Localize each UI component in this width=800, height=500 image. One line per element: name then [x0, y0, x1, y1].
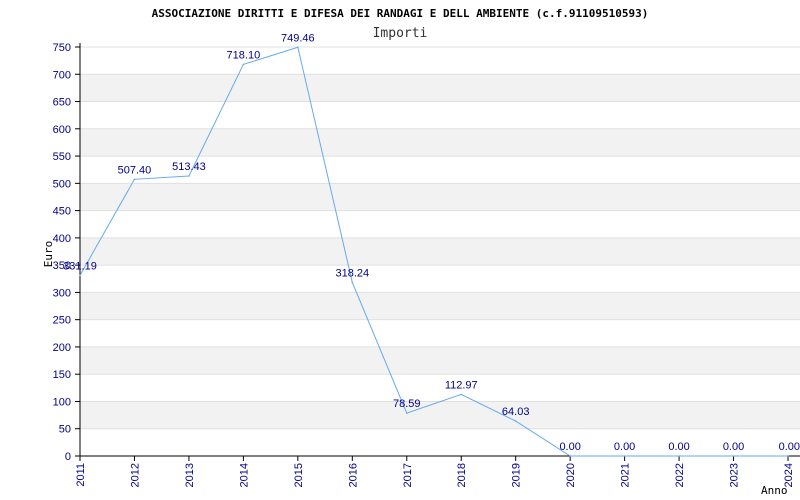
data-label: 0.00: [723, 441, 744, 453]
data-point: [133, 178, 136, 181]
x-tick-label: 2017: [402, 463, 414, 487]
data-point: [569, 455, 571, 457]
x-tick-label: 2022: [674, 463, 686, 487]
y-tick-label: 100: [53, 396, 71, 408]
background-bands: [80, 74, 800, 429]
x-tick-label: 2011: [75, 463, 87, 487]
data-label: 318.24: [335, 267, 369, 279]
chart: 0501001502002503003504004505005506006507…: [42, 7, 800, 497]
y-tick-label: 750: [53, 42, 71, 54]
x-tick-label: 2018: [456, 463, 468, 487]
data-label: 0.00: [614, 441, 635, 453]
y-tick-label: 150: [53, 369, 71, 381]
data-label: 0.00: [668, 441, 689, 453]
y-tick-label: 400: [53, 233, 71, 245]
y-tick-label: 500: [53, 178, 71, 190]
x-tick-labels: 2011 2012 2013 2014 2015 2016 2017 2018 2019 2020…: [75, 456, 795, 487]
grid-band: [80, 183, 800, 211]
chart-title: ASSOCIAZIONE DIRITTI E DIFESA DEI RANDAG…: [152, 7, 649, 20]
x-tick-label: 2012: [129, 463, 141, 487]
y-tick-label: 50: [59, 424, 71, 436]
x-tick-label: 2013: [184, 463, 196, 487]
x-tick-label: 2016: [347, 463, 359, 487]
data-point: [188, 175, 190, 177]
y-tick-label: 600: [53, 124, 71, 136]
grid-band: [80, 401, 800, 429]
data-point: [242, 63, 245, 66]
x-tick-label: 2019: [511, 463, 523, 487]
data-point: [297, 46, 299, 49]
y-axis-label: Euro: [42, 241, 55, 268]
x-tick-label: 2021: [620, 463, 632, 487]
data-point: [623, 455, 626, 457]
data-label: 0.00: [559, 441, 580, 453]
x-tick-label: 2020: [565, 463, 577, 487]
x-tick-label: 2015: [293, 463, 305, 487]
y-tick-label: 650: [53, 97, 71, 109]
data-point: [351, 281, 354, 284]
data-point: [678, 455, 680, 457]
y-tick-label: 300: [53, 287, 71, 299]
data-point: [787, 455, 789, 457]
data-label: 0.00: [779, 441, 800, 453]
y-tick-label: 550: [53, 151, 71, 163]
data-label: 718.10: [227, 49, 261, 61]
chart-subtitle: Importi: [373, 26, 428, 41]
grid-band: [80, 292, 800, 320]
data-point: [732, 455, 735, 457]
data-label: 112.97: [445, 379, 478, 391]
data-label: 331.19: [63, 260, 97, 272]
y-tick-label: 0: [65, 451, 71, 463]
data-point: [79, 274, 81, 277]
y-tick-label: 200: [53, 342, 71, 354]
grid-band: [80, 237, 800, 266]
x-axis-label: Anno: [761, 484, 788, 497]
y-tick-label: 700: [53, 69, 71, 81]
data-point: [460, 393, 463, 396]
grid-band: [80, 74, 800, 102]
data-label: 78.59: [393, 398, 421, 410]
data-label: 513.43: [172, 161, 206, 173]
grid-band: [80, 346, 800, 375]
data-point: [405, 412, 408, 414]
data-label: 507.40: [118, 164, 152, 176]
y-tick-labels: 0501001502002503003504004505005506006507…: [53, 42, 71, 463]
y-tick-label: 450: [53, 206, 71, 218]
x-tick-label: 2023: [729, 463, 741, 487]
y-tick-label: 250: [53, 315, 71, 327]
data-point: [514, 420, 517, 422]
x-tick-label: 2014: [238, 463, 250, 487]
grid-band: [80, 128, 800, 157]
data-label: 749.46: [281, 32, 315, 44]
data-label: 64.03: [502, 406, 530, 418]
